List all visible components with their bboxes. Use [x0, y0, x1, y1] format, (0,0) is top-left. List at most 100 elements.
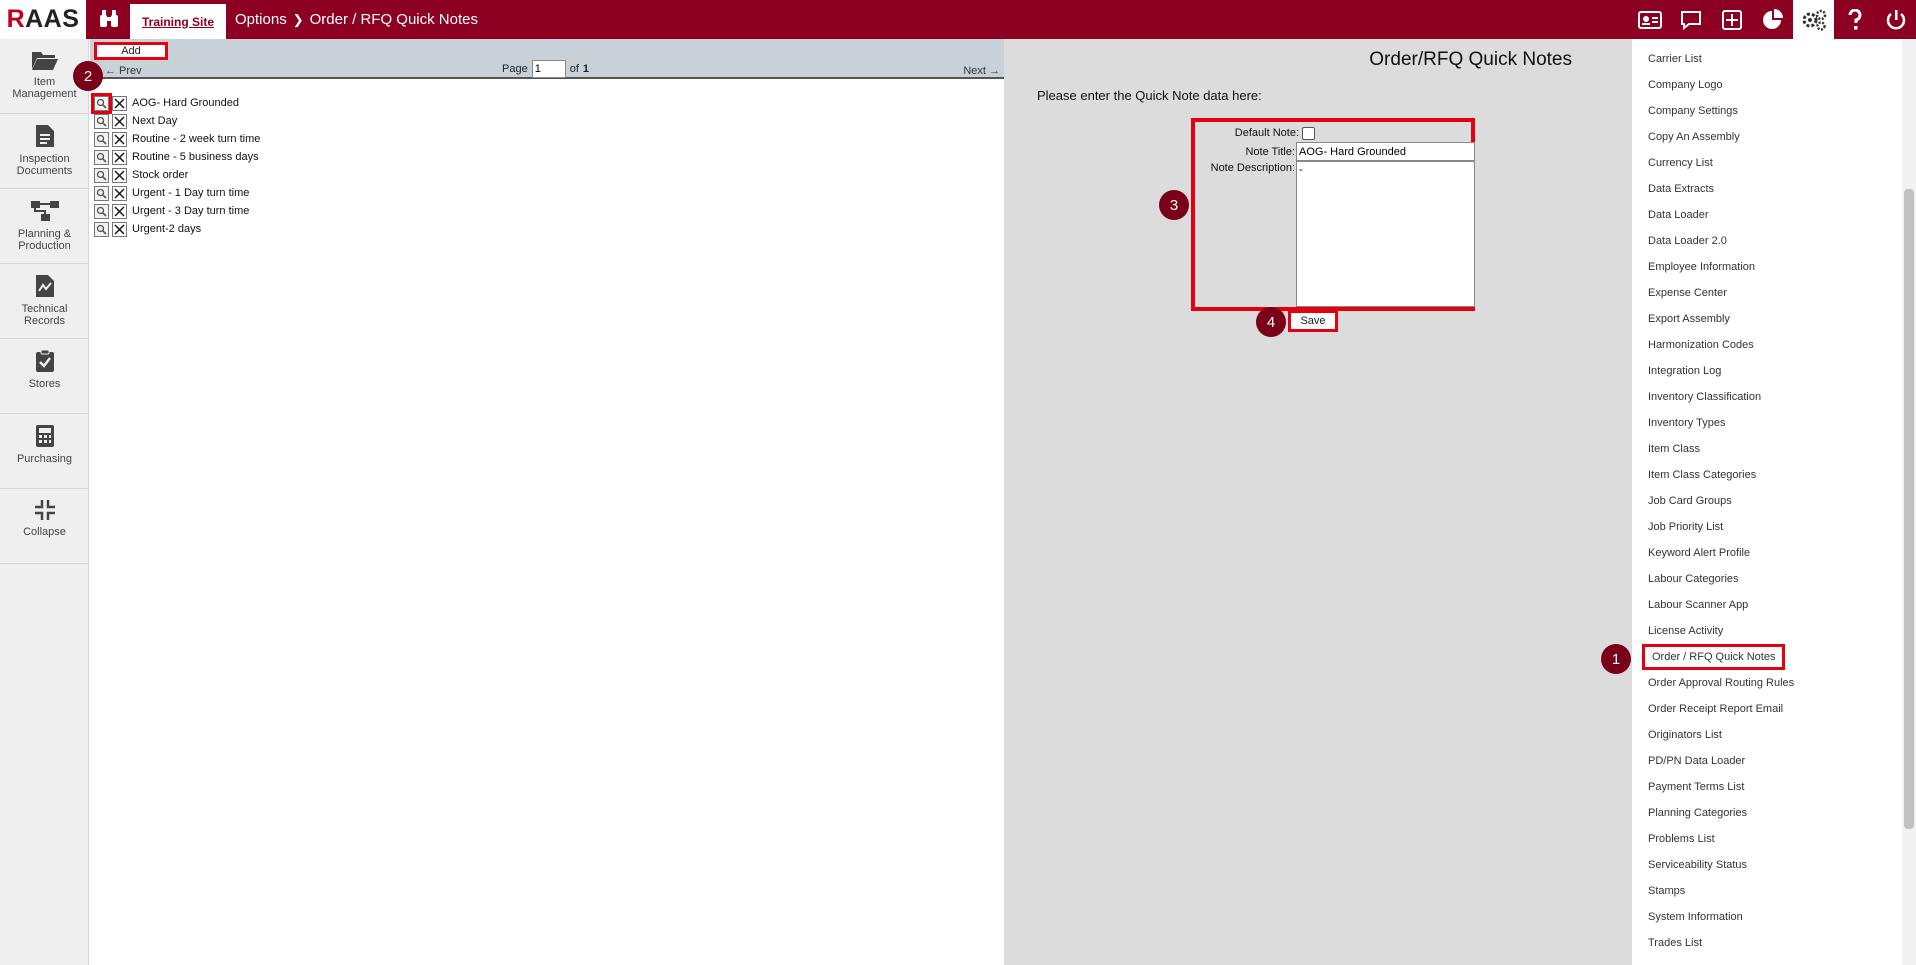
delete-x-icon[interactable]: [112, 203, 127, 219]
options-menu-item[interactable]: Harmonization Codes: [1642, 335, 1760, 355]
view-magnifier-icon[interactable]: [94, 131, 109, 147]
save-button[interactable]: Save: [1288, 310, 1338, 332]
options-menu-item[interactable]: Data Extracts: [1642, 179, 1720, 199]
scroll-thumb[interactable]: [1904, 189, 1914, 829]
delete-x-icon[interactable]: [112, 95, 127, 111]
options-menu-item[interactable]: Problems List: [1642, 829, 1721, 849]
options-menu-item[interactable]: Copy An Assembly: [1642, 127, 1746, 147]
view-magnifier-icon[interactable]: [94, 113, 109, 129]
options-menu-item[interactable]: Serviceability Status: [1642, 855, 1753, 875]
note-title[interactable]: Urgent-2 days: [132, 223, 201, 235]
note-title[interactable]: Stock order: [132, 169, 188, 181]
options-menu-item[interactable]: Payment Terms List: [1642, 777, 1750, 797]
options-menu-item[interactable]: Order Approval Routing Rules: [1642, 673, 1800, 693]
list-item: Routine - 2 week turn time: [94, 130, 260, 148]
options-menu-item[interactable]: Currency List: [1642, 153, 1719, 173]
options-menu-item[interactable]: Inventory Types: [1642, 413, 1731, 433]
breadcrumb-options[interactable]: Options: [235, 11, 287, 28]
options-menu-item[interactable]: Labour Categories: [1642, 569, 1745, 589]
view-magnifier-icon[interactable]: [94, 149, 109, 165]
options-menu-item[interactable]: Job Card Groups: [1642, 491, 1738, 511]
site-tab[interactable]: Training Site: [130, 4, 226, 39]
help-icon[interactable]: [1834, 0, 1875, 39]
sidebar-item-purchasing[interactable]: Purchasing: [0, 414, 89, 489]
list-item: Stock order: [94, 166, 260, 184]
note-title[interactable]: AOG- Hard Grounded: [132, 97, 239, 109]
note-title[interactable]: Next Day: [132, 115, 177, 127]
options-menu-item[interactable]: Company Settings: [1642, 101, 1744, 121]
page-number-input[interactable]: [531, 60, 566, 78]
delete-x-icon[interactable]: [112, 131, 127, 147]
quick-note-form: Default Note: Note Title: Note Descripti…: [1191, 118, 1475, 311]
breadcrumb: Options ❯ Order / RFQ Quick Notes: [235, 0, 478, 39]
options-menu-item[interactable]: Item Class Categories: [1642, 465, 1762, 485]
add-button[interactable]: Add: [94, 42, 168, 60]
list-item: AOG- Hard Grounded: [91, 92, 260, 114]
options-menu-item[interactable]: Order / RFQ Quick Notes: [1642, 644, 1786, 670]
options-menu-item[interactable]: Labour Scanner App: [1642, 595, 1754, 615]
id-card-icon[interactable]: [1629, 0, 1670, 39]
options-menu-item[interactable]: Data Loader: [1642, 205, 1715, 225]
quick-note-form-panel: Order/RFQ Quick Notes Please enter the Q…: [1004, 39, 1632, 965]
options-menu-item[interactable]: PD/PN Data Loader: [1642, 751, 1751, 771]
note-title[interactable]: Routine - 2 week turn time: [132, 133, 260, 145]
top-bar: R AAS Training Site Options ❯ Order / RFQ…: [0, 0, 1916, 39]
delete-x-icon[interactable]: [112, 221, 127, 237]
delete-x-icon[interactable]: [112, 113, 127, 129]
sidebar-item-collapse[interactable]: Collapse: [0, 489, 89, 564]
form-prompt: Please enter the Quick Note data here:: [1037, 88, 1262, 103]
chat-icon[interactable]: [1670, 0, 1711, 39]
gears-icon[interactable]: [1793, 0, 1834, 39]
raas-logo[interactable]: R AAS: [0, 0, 86, 39]
options-menu-item[interactable]: System Information: [1642, 907, 1749, 927]
options-menu-item[interactable]: License Activity: [1642, 621, 1729, 641]
sidebar-item-technical-records[interactable]: Technical Records: [0, 264, 89, 339]
delete-x-icon[interactable]: [112, 149, 127, 165]
default-note-checkbox[interactable]: [1302, 127, 1315, 140]
prev-page-link[interactable]: ← Prev: [105, 65, 142, 77]
sidebar-item-stores[interactable]: Stores: [0, 339, 89, 414]
options-menu-item[interactable]: Stamps: [1642, 881, 1691, 901]
delete-x-icon[interactable]: [112, 185, 127, 201]
options-menu-item[interactable]: Originators List: [1642, 725, 1728, 745]
options-menu-item[interactable]: Company Logo: [1642, 75, 1729, 95]
options-menu-item[interactable]: Employee Information: [1642, 257, 1761, 277]
options-menu-item[interactable]: Export Assembly: [1642, 309, 1736, 329]
options-menu-item[interactable]: Order Receipt Report Email: [1642, 699, 1789, 719]
options-menu-item[interactable]: Data Loader 2.0: [1642, 231, 1733, 251]
note-title-input[interactable]: [1296, 142, 1475, 161]
view-magnifier-icon[interactable]: [94, 203, 109, 219]
options-menu-item[interactable]: Job Priority List: [1642, 517, 1729, 537]
power-icon[interactable]: [1875, 0, 1916, 39]
options-menu-item[interactable]: Trades List: [1642, 933, 1708, 953]
left-sidebar: Item Management Inspection Documents Pla…: [0, 39, 89, 965]
view-magnifier-icon[interactable]: [94, 167, 109, 183]
options-menu-item[interactable]: Item Class: [1642, 439, 1706, 459]
note-title[interactable]: Routine - 5 business days: [132, 151, 259, 163]
scrollbar[interactable]: [1902, 39, 1916, 965]
next-page-link[interactable]: Next →: [963, 65, 1000, 77]
site-tab-label[interactable]: Training Site: [142, 15, 214, 29]
view-magnifier-icon[interactable]: [94, 185, 109, 201]
plus-square-icon[interactable]: [1711, 0, 1752, 39]
pie-chart-icon[interactable]: [1752, 0, 1793, 39]
sidebar-item-planning-production[interactable]: Planning & Production: [0, 189, 89, 264]
note-description-textarea[interactable]: -: [1296, 161, 1475, 307]
view-magnifier-icon[interactable]: [91, 92, 112, 114]
view-magnifier-icon[interactable]: [94, 221, 109, 237]
compress-icon: [34, 500, 55, 520]
step-badge: 1: [1601, 644, 1631, 674]
step-badge: 3: [1159, 190, 1189, 220]
options-menu-item[interactable]: Inventory Classification: [1642, 387, 1767, 407]
options-menu-item[interactable]: Keyword Alert Profile: [1642, 543, 1756, 563]
delete-x-icon[interactable]: [112, 167, 127, 183]
sidebar-item-inspection-documents[interactable]: Inspection Documents: [0, 114, 89, 189]
note-title[interactable]: Urgent - 1 Day turn time: [132, 187, 249, 199]
options-menu-item[interactable]: Planning Categories: [1642, 803, 1753, 823]
options-menu-item[interactable]: Carrier List: [1642, 49, 1708, 69]
options-menu-item[interactable]: Expense Center: [1642, 283, 1733, 303]
note-title[interactable]: Urgent - 3 Day turn time: [132, 205, 249, 217]
folder-open-icon: [31, 52, 58, 70]
options-menu-item[interactable]: Integration Log: [1642, 361, 1727, 381]
binoculars-icon[interactable]: [92, 6, 126, 32]
